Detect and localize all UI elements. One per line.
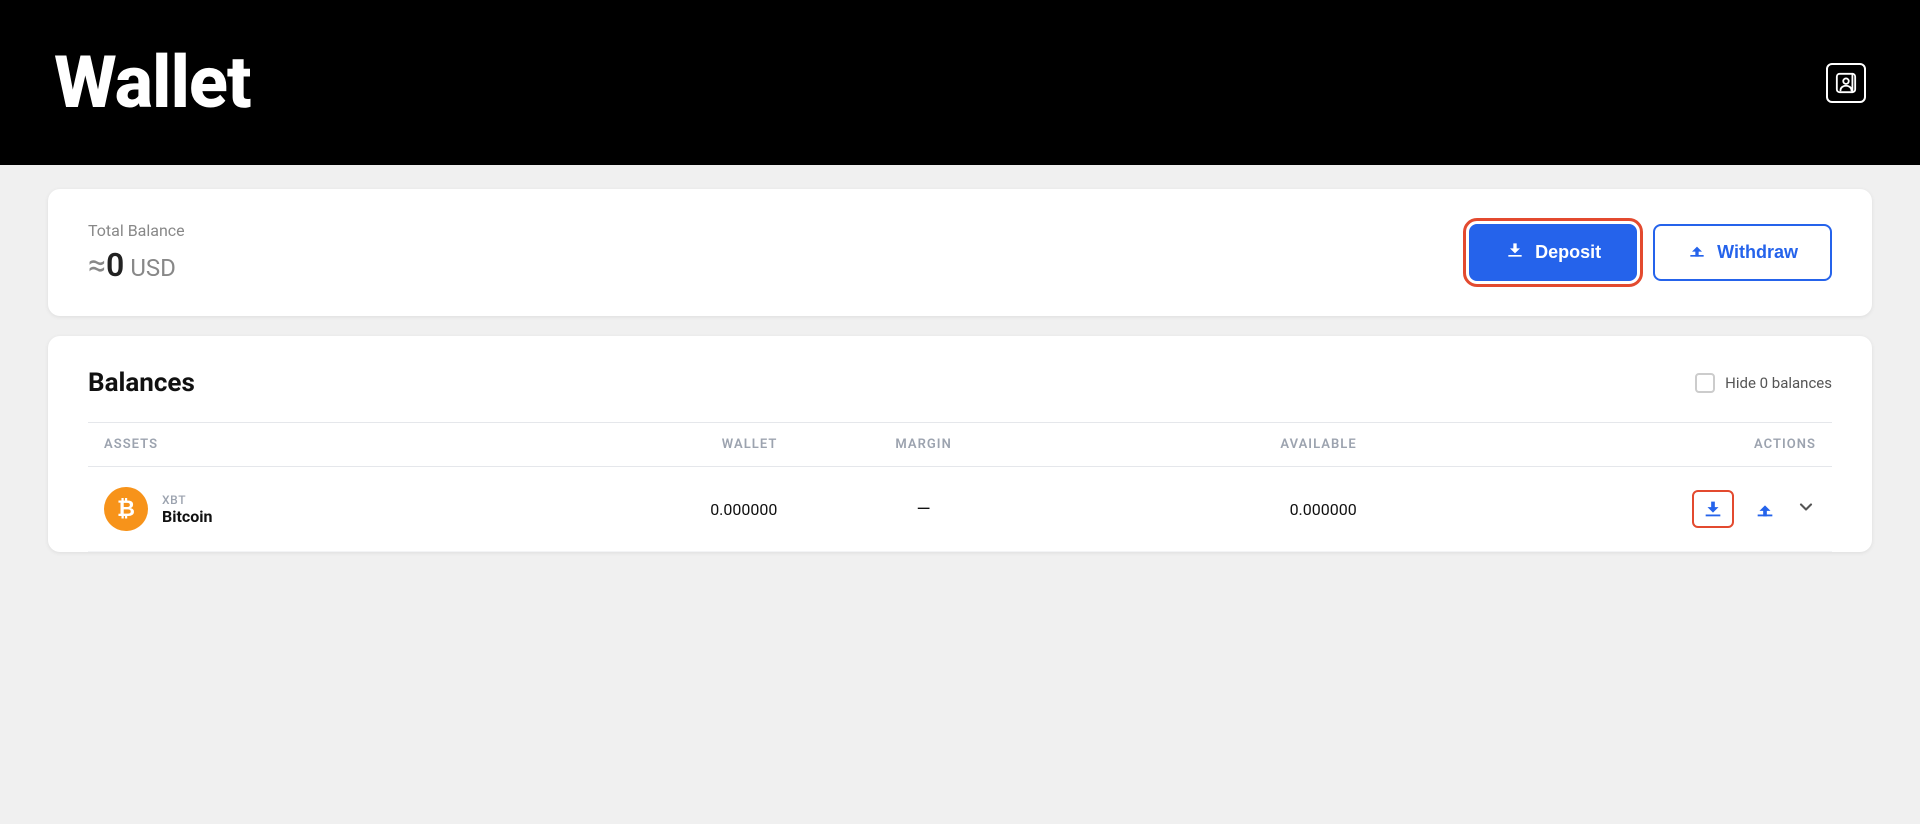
asset-name: Bitcoin xyxy=(162,507,212,526)
balance-info: Total Balance ≈0USD xyxy=(88,221,185,284)
balances-header: Balances Hide 0 balances xyxy=(88,368,1832,398)
col-assets: ASSETS xyxy=(88,423,501,467)
withdraw-icon xyxy=(1687,240,1707,265)
hide-balances-label: Hide 0 balances xyxy=(1725,374,1832,392)
asset-ticker: XBT xyxy=(162,493,212,507)
col-actions: ACTIONS xyxy=(1373,423,1832,467)
main-content: Total Balance ≈0USD Deposit Withdraw Bal xyxy=(0,165,1920,576)
actions-cell xyxy=(1373,467,1832,552)
balance-currency: USD xyxy=(130,254,176,282)
col-available: AVAILABLE xyxy=(1054,423,1373,467)
approx-symbol: ≈ xyxy=(88,246,106,284)
deposit-icon xyxy=(1505,240,1525,265)
margin-amount: — xyxy=(793,467,1053,552)
profile-icon[interactable] xyxy=(1826,63,1866,103)
row-deposit-button[interactable] xyxy=(1692,490,1734,528)
balance-amount: 0 xyxy=(106,246,124,284)
deposit-button[interactable]: Deposit xyxy=(1469,224,1637,281)
hide-balances-control[interactable]: Hide 0 balances xyxy=(1695,373,1832,393)
balance-card: Total Balance ≈0USD Deposit Withdraw xyxy=(48,189,1872,316)
page-title: Wallet xyxy=(54,40,251,125)
balances-table: ASSETS WALLET MARGIN AVAILABLE ACTIONS ₿ xyxy=(88,422,1832,552)
withdraw-button[interactable]: Withdraw xyxy=(1653,224,1832,281)
deposit-label: Deposit xyxy=(1535,242,1601,263)
asset-details: XBT Bitcoin xyxy=(162,493,212,526)
header: Wallet xyxy=(0,0,1920,165)
action-icons xyxy=(1389,490,1816,528)
withdraw-label: Withdraw xyxy=(1717,242,1798,263)
asset-info-cell: ₿ XBT Bitcoin xyxy=(104,487,485,531)
hide-balances-checkbox[interactable] xyxy=(1695,373,1715,393)
balance-actions: Deposit Withdraw xyxy=(1469,224,1832,281)
table-row: ₿ XBT Bitcoin 0.000000 — 0.000000 xyxy=(88,467,1832,552)
col-wallet: WALLET xyxy=(501,423,793,467)
table-header-row: ASSETS WALLET MARGIN AVAILABLE ACTIONS xyxy=(88,423,1832,467)
balances-card: Balances Hide 0 balances ASSETS WALLET M… xyxy=(48,336,1872,552)
row-withdraw-button[interactable] xyxy=(1750,494,1780,524)
asset-cell: ₿ XBT Bitcoin xyxy=(88,467,501,552)
balance-label: Total Balance xyxy=(88,221,185,240)
available-amount: 0.000000 xyxy=(1054,467,1373,552)
row-expand-button[interactable] xyxy=(1796,497,1816,522)
wallet-amount: 0.000000 xyxy=(501,467,793,552)
balance-value: ≈0USD xyxy=(88,246,185,284)
bitcoin-icon: ₿ xyxy=(104,487,148,531)
col-margin: MARGIN xyxy=(793,423,1053,467)
balances-title: Balances xyxy=(88,368,195,398)
